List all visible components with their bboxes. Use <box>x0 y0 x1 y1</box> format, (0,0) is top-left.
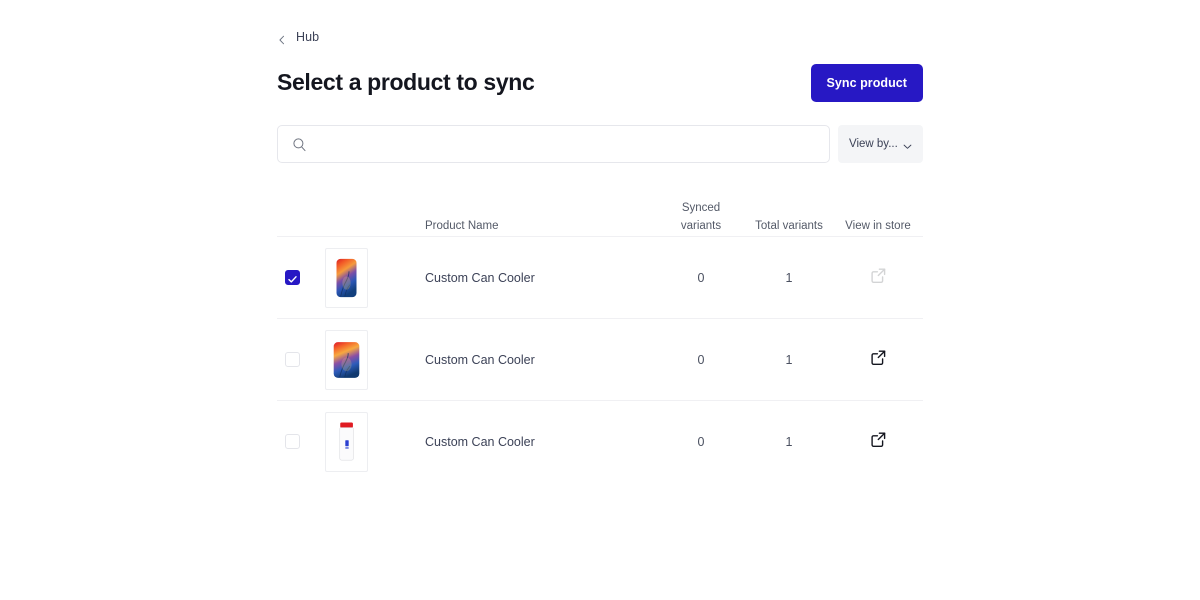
column-header-total-variants: Total variants <box>755 220 823 232</box>
check-icon <box>287 272 298 283</box>
white-bottle-red-cap-thumbnail <box>325 411 368 472</box>
chevron-down-icon <box>902 139 913 150</box>
row-thumbnail-cell <box>325 411 425 472</box>
search-icon <box>292 137 307 152</box>
table-row[interactable]: Custom Can Cooler 0 1 <box>277 318 923 400</box>
header-row: Select a product to sync Sync product <box>277 63 923 103</box>
external-link-icon <box>870 267 887 284</box>
row-checkbox[interactable] <box>285 270 300 285</box>
colorful-can-cooler-thumbnail <box>325 329 368 390</box>
row-synced-variants: 0 <box>697 270 705 285</box>
row-view-in-store-cell <box>833 349 923 371</box>
row-select-cell <box>277 270 325 285</box>
breadcrumb-back-hub[interactable]: Hub <box>277 28 319 46</box>
row-total-variants: 1 <box>785 270 793 285</box>
sync-product-button[interactable]: Sync product <box>810 64 923 102</box>
table-header-row: Product Name Synced variants Total varia… <box>277 192 923 236</box>
row-total-variants: 1 <box>785 434 793 449</box>
row-select-cell <box>277 434 325 449</box>
row-product-name: Custom Can Cooler <box>425 434 535 449</box>
table-row[interactable]: Custom Can Cooler 0 1 <box>277 236 923 318</box>
external-link-icon[interactable] <box>870 431 887 448</box>
search-input[interactable] <box>316 125 815 163</box>
external-link-icon[interactable] <box>870 349 887 366</box>
row-select-cell <box>277 352 325 367</box>
search-row: View by... <box>277 125 923 163</box>
row-thumbnail-cell <box>325 329 425 390</box>
row-total-variants: 1 <box>785 352 793 367</box>
column-header-product-name: Product Name <box>425 220 499 232</box>
row-synced-variants: 0 <box>697 352 705 367</box>
row-product-name: Custom Can Cooler <box>425 270 535 285</box>
colorful-can-cooler-thumbnail <box>325 247 368 308</box>
row-synced-variants: 0 <box>697 434 705 449</box>
page-content: Hub Select a product to sync Sync produc… <box>277 0 923 482</box>
column-header-view-in-store: View in store <box>845 220 911 232</box>
page-title: Select a product to sync <box>277 69 535 96</box>
view-by-dropdown[interactable]: View by... <box>838 125 923 163</box>
row-view-in-store-cell <box>833 431 923 453</box>
row-thumbnail-cell <box>325 247 425 308</box>
row-checkbox[interactable] <box>285 434 300 449</box>
row-product-name: Custom Can Cooler <box>425 352 535 367</box>
row-view-in-store-cell <box>833 267 923 289</box>
table-row[interactable]: Custom Can Cooler 0 1 <box>277 400 923 482</box>
chevron-left-icon <box>277 32 287 45</box>
search-box[interactable] <box>277 125 830 163</box>
breadcrumb-label: Hub <box>296 30 320 44</box>
products-table: Product Name Synced variants Total varia… <box>277 192 923 482</box>
app-page: Hub Select a product to sync Sync produc… <box>0 0 1200 600</box>
view-by-label: View by... <box>849 138 898 150</box>
row-checkbox[interactable] <box>285 352 300 367</box>
column-header-synced-variants: Synced variants <box>680 202 722 232</box>
